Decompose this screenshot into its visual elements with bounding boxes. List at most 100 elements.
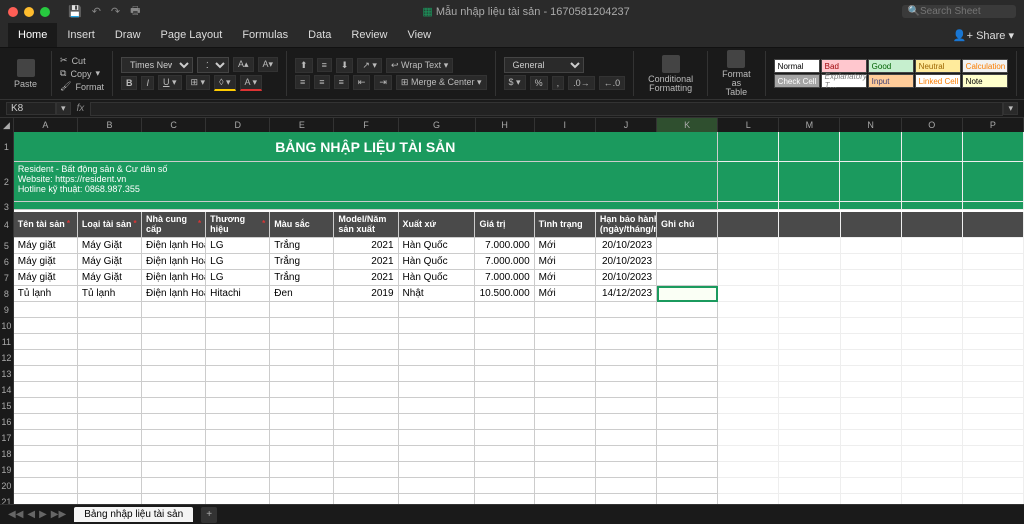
table-header[interactable]: Ghi chú bbox=[657, 212, 718, 238]
table-header[interactable]: Xuất xứ bbox=[399, 212, 476, 238]
cell[interactable]: 20/10/2023 bbox=[596, 270, 657, 286]
cell[interactable] bbox=[270, 334, 334, 350]
cell[interactable]: 7.000.000 bbox=[475, 270, 534, 286]
cell[interactable] bbox=[206, 398, 270, 414]
cell[interactable] bbox=[78, 414, 142, 430]
row-header[interactable]: 11 bbox=[0, 334, 14, 350]
cell[interactable] bbox=[841, 382, 902, 398]
cell[interactable] bbox=[840, 162, 901, 202]
cell[interactable] bbox=[142, 446, 206, 462]
cell[interactable] bbox=[718, 212, 779, 238]
cell[interactable]: Máy giặt bbox=[14, 254, 78, 270]
cell[interactable] bbox=[657, 334, 718, 350]
col-header-L[interactable]: L bbox=[718, 118, 779, 132]
row-header[interactable]: 18 bbox=[0, 446, 14, 462]
row-header[interactable]: 16 bbox=[0, 414, 14, 430]
cell[interactable] bbox=[779, 254, 840, 270]
decrease-decimal-icon[interactable]: ←.0 bbox=[599, 76, 626, 90]
cell[interactable] bbox=[779, 382, 840, 398]
cell[interactable] bbox=[841, 446, 902, 462]
info-text[interactable]: Resident - Bất động sản & Cư dân số Webs… bbox=[14, 162, 718, 202]
tab-draw[interactable]: Draw bbox=[105, 23, 151, 47]
cell[interactable] bbox=[840, 202, 901, 210]
cell[interactable] bbox=[206, 414, 270, 430]
cell[interactable] bbox=[841, 270, 902, 286]
cell[interactable] bbox=[963, 132, 1024, 162]
cell[interactable] bbox=[841, 398, 902, 414]
col-header-O[interactable]: O bbox=[902, 118, 963, 132]
cell[interactable]: LG bbox=[206, 270, 270, 286]
cell[interactable]: 20/10/2023 bbox=[596, 254, 657, 270]
fill-color-button[interactable]: ◊ ▾ bbox=[214, 75, 235, 91]
cell[interactable] bbox=[779, 162, 840, 202]
row-header[interactable]: 8 bbox=[0, 286, 14, 302]
cell[interactable] bbox=[779, 446, 840, 462]
col-header-G[interactable]: G bbox=[399, 118, 476, 132]
cell[interactable] bbox=[657, 318, 718, 334]
col-header-C[interactable]: C bbox=[142, 118, 206, 132]
italic-button[interactable]: I bbox=[141, 76, 154, 90]
cell[interactable]: Điện lạnh Hoà Phát bbox=[142, 254, 206, 270]
cell[interactable] bbox=[657, 414, 718, 430]
save-icon[interactable]: 💾 bbox=[68, 5, 82, 18]
cell[interactable] bbox=[142, 430, 206, 446]
cell[interactable]: Hàn Quốc bbox=[399, 238, 476, 254]
row-header[interactable]: 13 bbox=[0, 366, 14, 382]
align-right-icon[interactable]: ≡ bbox=[334, 75, 349, 89]
cell[interactable] bbox=[535, 430, 596, 446]
cell[interactable] bbox=[142, 334, 206, 350]
col-header-A[interactable]: A bbox=[14, 118, 78, 132]
col-header-B[interactable]: B bbox=[78, 118, 142, 132]
cell[interactable] bbox=[399, 494, 476, 504]
row-header[interactable]: 7 bbox=[0, 270, 14, 286]
style-input[interactable]: Input bbox=[868, 74, 914, 88]
cell[interactable] bbox=[596, 478, 657, 494]
cell[interactable] bbox=[902, 202, 963, 210]
cell[interactable] bbox=[841, 286, 902, 302]
currency-icon[interactable]: $ ▾ bbox=[504, 75, 526, 90]
cell[interactable] bbox=[535, 334, 596, 350]
cell[interactable] bbox=[779, 270, 840, 286]
cell[interactable] bbox=[334, 318, 398, 334]
cell[interactable] bbox=[902, 318, 963, 334]
cell[interactable] bbox=[841, 302, 902, 318]
cell[interactable]: Điện lạnh Hoà Phát bbox=[142, 286, 206, 302]
cell[interactable] bbox=[475, 414, 534, 430]
table-header[interactable]: Tình trạng bbox=[535, 212, 596, 238]
cell[interactable] bbox=[78, 446, 142, 462]
cell[interactable] bbox=[902, 398, 963, 414]
cell[interactable] bbox=[399, 350, 476, 366]
cell[interactable] bbox=[657, 366, 718, 382]
cell[interactable] bbox=[596, 430, 657, 446]
cell[interactable] bbox=[779, 350, 840, 366]
cell[interactable] bbox=[78, 302, 142, 318]
cell[interactable] bbox=[206, 318, 270, 334]
cell[interactable] bbox=[206, 478, 270, 494]
cell[interactable] bbox=[779, 302, 840, 318]
cell[interactable] bbox=[779, 286, 840, 302]
cell[interactable] bbox=[841, 318, 902, 334]
cell[interactable] bbox=[841, 430, 902, 446]
cell[interactable]: 2021 bbox=[334, 238, 398, 254]
increase-font-icon[interactable]: A▴ bbox=[233, 57, 254, 72]
cell[interactable] bbox=[841, 212, 902, 238]
cell[interactable] bbox=[78, 382, 142, 398]
row-header[interactable]: 21 bbox=[0, 494, 14, 504]
cell[interactable] bbox=[206, 462, 270, 478]
cell[interactable] bbox=[841, 494, 902, 504]
cell[interactable] bbox=[334, 382, 398, 398]
cell[interactable] bbox=[779, 334, 840, 350]
cell[interactable] bbox=[718, 462, 779, 478]
cell[interactable] bbox=[14, 414, 78, 430]
cell[interactable] bbox=[399, 478, 476, 494]
cell[interactable] bbox=[142, 414, 206, 430]
col-header-P[interactable]: P bbox=[963, 118, 1024, 132]
cell[interactable] bbox=[902, 132, 963, 162]
orientation-icon[interactable]: ↗ ▾ bbox=[357, 58, 382, 73]
row-header[interactable]: 15 bbox=[0, 398, 14, 414]
cell[interactable] bbox=[14, 318, 78, 334]
cell[interactable] bbox=[334, 366, 398, 382]
cell[interactable] bbox=[657, 254, 718, 270]
cell[interactable] bbox=[902, 212, 963, 238]
cell[interactable] bbox=[399, 318, 476, 334]
